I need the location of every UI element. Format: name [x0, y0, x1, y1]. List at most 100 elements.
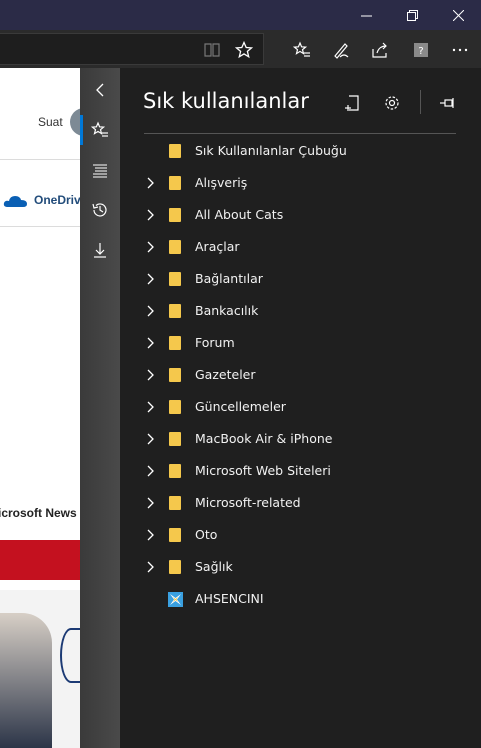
- history-icon: [92, 203, 107, 217]
- rail-reading-list-button[interactable]: [80, 152, 120, 188]
- minimize-button[interactable]: [343, 0, 389, 30]
- favorite-label: MacBook Air & iPhone: [195, 431, 333, 446]
- share-icon: [372, 42, 387, 58]
- rail-downloads-button[interactable]: [80, 232, 120, 268]
- chevron-right-icon[interactable]: [144, 304, 158, 318]
- svg-text:?: ?: [418, 46, 423, 57]
- news-banner[interactable]: [0, 540, 80, 580]
- star-icon: [235, 41, 253, 59]
- book-icon: [204, 43, 220, 57]
- reading-view-button[interactable]: [201, 39, 223, 61]
- avatar[interactable]: [70, 108, 80, 136]
- onedrive-link[interactable]: OneDriv: [34, 193, 80, 207]
- chevron-right-icon[interactable]: [144, 496, 158, 510]
- onedrive-icon: [3, 196, 27, 207]
- folder-icon: [169, 400, 181, 414]
- chevron-right-icon[interactable]: [144, 176, 158, 190]
- favorite-label: AHSENCINI: [195, 591, 264, 606]
- favorite-label: Sık Kullanılanlar Çubuğu: [195, 143, 347, 158]
- hub-button[interactable]: [291, 39, 313, 61]
- favorite-label: Microsoft-related: [195, 495, 301, 510]
- folder-icon: [169, 304, 181, 318]
- favorite-label: Araçlar: [195, 239, 240, 254]
- chevron-right-icon[interactable]: [144, 208, 158, 222]
- folder-icon: [169, 560, 181, 574]
- reading-list-icon: [93, 164, 107, 178]
- chevron-left-icon: [96, 83, 104, 97]
- favorite-item[interactable]: Microsoft-related: [120, 487, 481, 519]
- restore-button[interactable]: [389, 0, 435, 30]
- import-icon: [345, 95, 359, 111]
- page-user-name: Suat: [38, 115, 63, 129]
- hub-rail: [80, 68, 120, 748]
- rail-history-button[interactable]: [80, 192, 120, 228]
- folder-icon: [169, 176, 181, 190]
- favorite-item[interactable]: Güncellemeler: [120, 391, 481, 423]
- folder-icon: [169, 464, 181, 478]
- favorite-item[interactable]: Bağlantılar: [120, 263, 481, 295]
- chevron-right-icon[interactable]: [144, 336, 158, 350]
- folder-icon: [169, 240, 181, 254]
- favorite-item[interactable]: Gazeteler: [120, 359, 481, 391]
- collapse-button[interactable]: [80, 72, 120, 108]
- address-bar[interactable]: [0, 33, 264, 65]
- favorite-label: Bankacılık: [195, 303, 259, 318]
- favorite-item[interactable]: Alışveriş: [120, 167, 481, 199]
- news-heading[interactable]: icrosoft News: [0, 506, 77, 520]
- folder-icon: [169, 368, 181, 382]
- chevron-right-icon[interactable]: [144, 432, 158, 446]
- share-button[interactable]: [369, 39, 391, 61]
- favorite-item[interactable]: Araçlar: [120, 231, 481, 263]
- favorites-list: Sık Kullanılanlar Çubuğu Alışveriş All A…: [120, 135, 481, 615]
- web-page: Suat OneDriv icrosoft News: [0, 68, 80, 748]
- panel-title: Sık kullanılanlar: [143, 89, 309, 113]
- person-photo: [0, 613, 52, 748]
- settings-button[interactable]: [379, 90, 405, 116]
- favorite-item[interactable]: Sağlık: [120, 551, 481, 583]
- web-note-button[interactable]: [330, 39, 352, 61]
- favorites-panel: Sık kullanılanlar Sık Kullanılanlar Çubu…: [120, 68, 481, 748]
- chevron-right-icon[interactable]: [144, 368, 158, 382]
- restore-icon: [406, 9, 418, 21]
- favorite-item[interactable]: Bankacılık: [120, 295, 481, 327]
- chevron-right-icon[interactable]: [144, 560, 158, 574]
- folder-icon: [169, 144, 181, 158]
- add-favorite-button[interactable]: [233, 39, 255, 61]
- pen-icon: [334, 43, 349, 59]
- folder-icon: [169, 432, 181, 446]
- favorite-label: All About Cats: [195, 207, 284, 222]
- favorite-label: Forum: [195, 335, 235, 350]
- close-button[interactable]: [435, 0, 481, 30]
- chevron-right-icon[interactable]: [144, 464, 158, 478]
- title-bar: [0, 0, 481, 30]
- chevron-right-icon[interactable]: [144, 528, 158, 542]
- extension-button[interactable]: ?: [410, 39, 432, 61]
- chevron-right-icon[interactable]: [144, 240, 158, 254]
- folder-icon: [169, 208, 181, 222]
- extension-icon: ?: [414, 43, 428, 57]
- favorites-icon: [91, 121, 108, 137]
- chevron-right-icon[interactable]: [144, 272, 158, 286]
- favorite-item[interactable]: Microsoft Web Siteleri: [120, 455, 481, 487]
- favorite-item[interactable]: AHSENCINI: [120, 583, 481, 615]
- folder-icon: [169, 272, 181, 286]
- rail-favorites-button[interactable]: [80, 112, 120, 148]
- favorite-label: Alışveriş: [195, 175, 248, 190]
- favorite-item[interactable]: Forum: [120, 327, 481, 359]
- import-favorites-button[interactable]: [340, 90, 366, 116]
- favorite-item[interactable]: All About Cats: [120, 199, 481, 231]
- favorite-item[interactable]: MacBook Air & iPhone: [120, 423, 481, 455]
- separator: [420, 90, 421, 114]
- more-icon: [452, 48, 468, 52]
- favorite-item[interactable]: Sık Kullanılanlar Çubuğu: [120, 135, 481, 167]
- favorite-label: Oto: [195, 527, 218, 542]
- pin-panel-button[interactable]: [435, 90, 461, 116]
- divider: [0, 159, 80, 160]
- folder-icon: [169, 528, 181, 542]
- favorite-item[interactable]: Oto: [120, 519, 481, 551]
- more-button[interactable]: [449, 39, 471, 61]
- favorite-label: Gazeteler: [195, 367, 256, 382]
- chevron-right-icon[interactable]: [144, 400, 158, 414]
- favorites-list-icon: [293, 41, 310, 57]
- site-favicon-icon: [168, 592, 183, 607]
